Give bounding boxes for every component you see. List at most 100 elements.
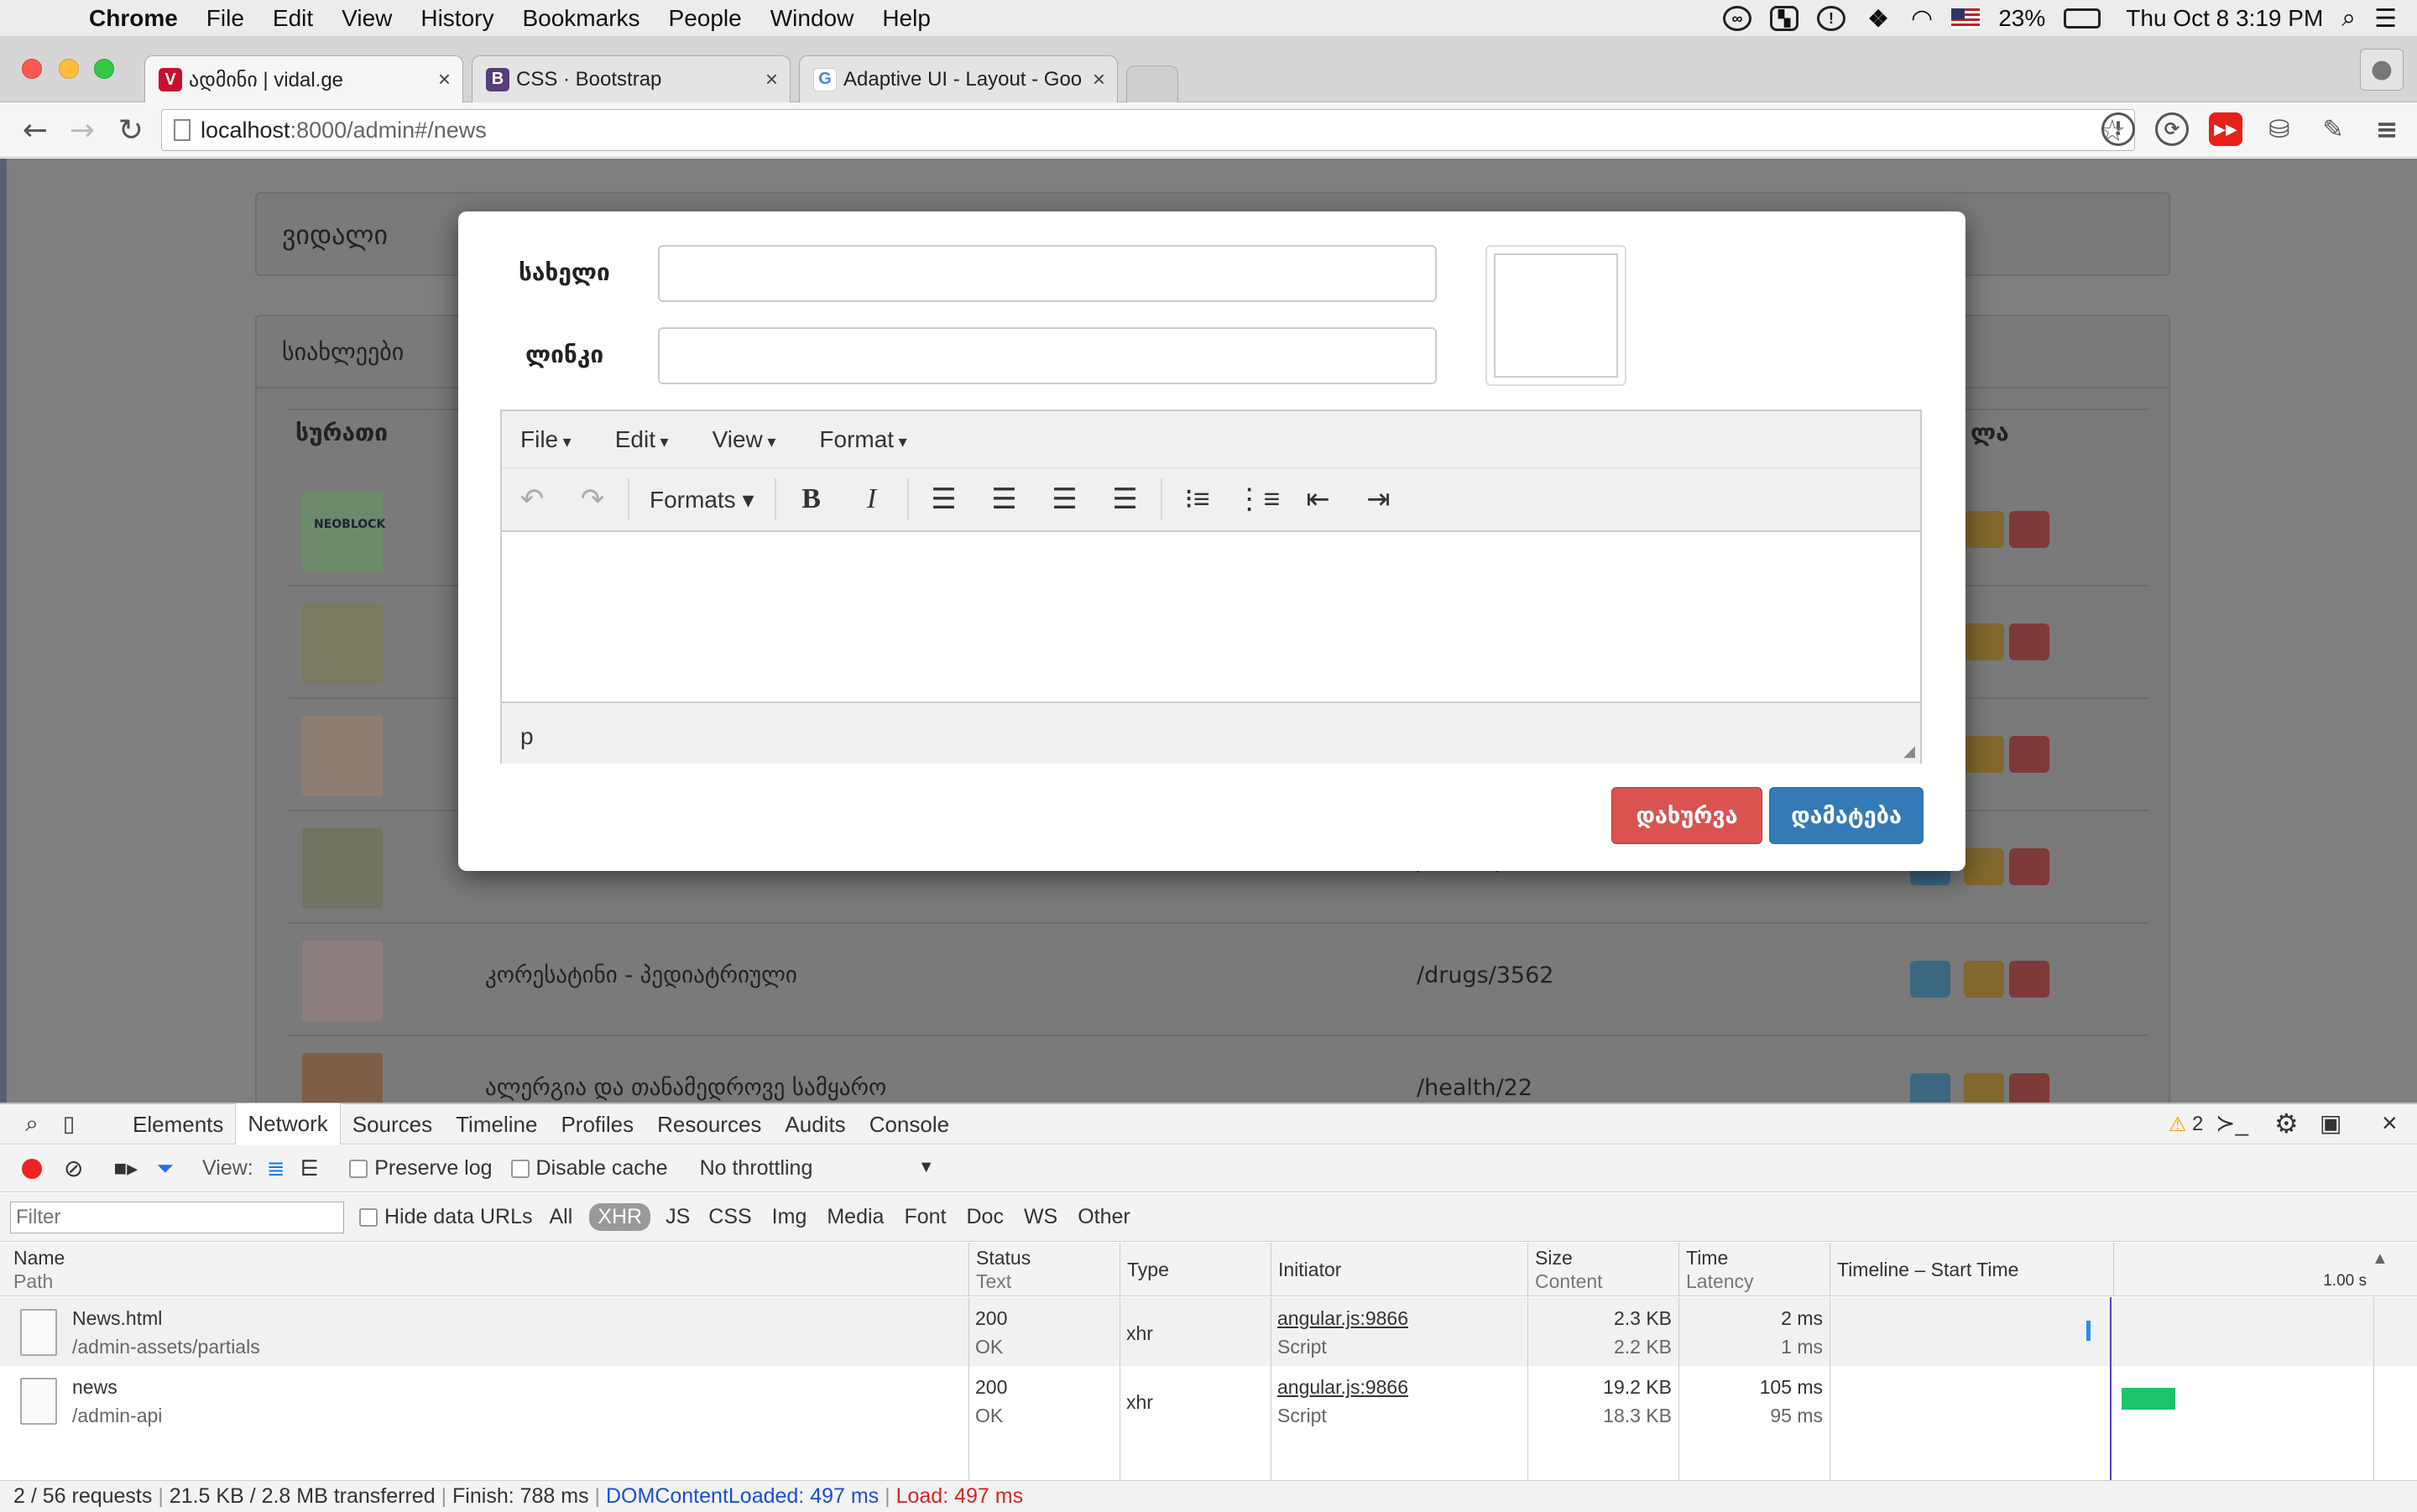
menu-app-name[interactable]: Chrome — [89, 5, 178, 32]
bullet-list-icon[interactable]: ⁝≡ — [1167, 482, 1228, 516]
devtools-tab-profiles[interactable]: Profiles — [549, 1104, 645, 1144]
formats-dropdown[interactable]: Formats ▾ — [634, 486, 770, 514]
link-input[interactable] — [658, 327, 1437, 384]
onepassword-icon[interactable]: ! — [1817, 6, 1846, 31]
numbered-list-icon[interactable]: ⋮≡ — [1228, 482, 1288, 516]
align-justify-icon[interactable]: ☰ — [1095, 482, 1156, 516]
notification-center-icon[interactable]: ☰ — [2374, 4, 2397, 34]
close-tab-icon[interactable]: × — [765, 66, 778, 92]
edit-button[interactable] — [1964, 511, 2004, 548]
creative-cloud-icon[interactable]: ∞ — [1723, 6, 1752, 31]
dock-side-icon[interactable]: ▣ — [2320, 1109, 2341, 1137]
record-icon[interactable] — [22, 1158, 42, 1179]
editor-menu-file[interactable]: File — [520, 426, 572, 453]
throttling-select[interactable]: No throttling ▼ — [700, 1156, 935, 1181]
close-button[interactable]: დახურვა — [1611, 787, 1762, 844]
back-arrow-icon[interactable]: ← — [17, 112, 54, 149]
col-timeline-header[interactable]: Timeline – Start Time — [1830, 1243, 2113, 1296]
disable-cache-label[interactable]: Disable cache — [536, 1156, 668, 1181]
inspect-element-icon[interactable]: ⌕ — [13, 1110, 50, 1138]
youtube-extension-icon[interactable]: ▶▶ — [2209, 112, 2242, 146]
editor-element-path[interactable]: p — [520, 723, 534, 749]
reload-icon[interactable]: ↻ — [112, 112, 149, 149]
devtools-tab-console[interactable]: Console — [858, 1104, 961, 1144]
col-type-header[interactable]: Type — [1120, 1243, 1271, 1296]
profile-icon[interactable]: ● — [2360, 49, 2404, 91]
minimize-window-button[interactable] — [59, 59, 79, 79]
italic-icon[interactable]: I — [842, 483, 902, 515]
move-button[interactable] — [1910, 1073, 1950, 1103]
hide-data-urls-checkbox[interactable] — [359, 1207, 378, 1227]
edit-button[interactable] — [1964, 1073, 2004, 1103]
dropbox-icon[interactable]: ❖ — [1864, 6, 1892, 32]
address-bar[interactable]: localhost :8000/admin#/news ☆ — [161, 109, 2135, 151]
align-right-icon[interactable]: ☰ — [1035, 482, 1095, 516]
hide-data-urls-label[interactable]: Hide data URLs — [384, 1205, 532, 1229]
warning-count[interactable]: 2 — [2192, 1113, 2203, 1136]
menu-view[interactable]: View — [342, 5, 392, 32]
close-tab-icon[interactable]: × — [438, 66, 451, 92]
table-row[interactable]: news/admin-api 200 OK xhr angular.js:9866… — [0, 1366, 2417, 1435]
add-button[interactable]: დამატება — [1769, 787, 1924, 844]
large-rows-icon[interactable]: ≣ — [267, 1155, 285, 1181]
disable-cache-checkbox[interactable] — [510, 1159, 530, 1178]
spotlight-search-icon[interactable]: ⌕ — [2341, 4, 2356, 33]
forward-arrow-icon[interactable]: → — [64, 112, 101, 149]
undo-icon[interactable]: ↶ — [502, 482, 562, 516]
close-tab-icon[interactable]: × — [1093, 66, 1105, 92]
delete-button[interactable] — [2009, 848, 2049, 885]
image-upload-box[interactable] — [1485, 245, 1626, 386]
menu-help[interactable]: Help — [882, 5, 931, 32]
console-drawer-icon[interactable]: ≻_ — [2216, 1109, 2248, 1137]
filter-media[interactable]: Media — [827, 1205, 884, 1229]
move-button[interactable] — [1910, 961, 1950, 998]
clear-icon[interactable]: ⊘ — [64, 1155, 83, 1182]
menu-file[interactable]: File — [206, 5, 244, 32]
database-extension-icon[interactable]: ⛁ — [2263, 112, 2296, 146]
edit-button[interactable] — [1964, 961, 2004, 998]
devtools-tab-network[interactable]: Network — [235, 1103, 341, 1144]
delete-button[interactable] — [2009, 1073, 2049, 1103]
devtools-tab-elements[interactable]: Elements — [121, 1104, 235, 1144]
align-center-icon[interactable]: ☰ — [974, 482, 1035, 516]
indent-icon[interactable]: ⇥ — [1349, 482, 1409, 516]
devtools-tab-sources[interactable]: Sources — [341, 1104, 444, 1144]
col-time-header[interactable]: Time Latency — [1678, 1243, 1830, 1296]
brand-title[interactable]: ვიდალი — [282, 219, 388, 251]
eyedropper-extension-icon[interactable]: ✎ — [2316, 112, 2350, 146]
sort-arrow-icon[interactable]: ▲ — [2372, 1249, 2388, 1269]
edit-button[interactable] — [1964, 623, 2004, 660]
wifi-icon[interactable]: ◠ — [1911, 4, 1933, 34]
editor-menu-edit[interactable]: Edit — [615, 426, 669, 453]
filter-img[interactable]: Img — [772, 1205, 807, 1229]
zoom-window-button[interactable] — [94, 59, 114, 79]
tab-bootstrap-css[interactable]: B CSS · Bootstrap × — [472, 55, 791, 102]
filter-xhr[interactable]: XHR — [589, 1203, 651, 1231]
filter-other[interactable]: Other — [1078, 1205, 1130, 1229]
menubar-clock[interactable]: Thu Oct 8 3:19 PM — [2126, 5, 2323, 32]
delete-button[interactable] — [2009, 511, 2049, 548]
capture-screenshots-icon[interactable]: ■▸ — [113, 1155, 138, 1181]
new-tab-button[interactable] — [1126, 65, 1178, 102]
sync-extension-icon[interactable]: ⟳ — [2155, 112, 2189, 146]
filter-ws[interactable]: WS — [1024, 1205, 1057, 1229]
filter-font[interactable]: Font — [904, 1205, 946, 1229]
onepassword-extension-icon[interactable]: ! — [2101, 112, 2135, 146]
warning-icon[interactable]: ⚠ — [2169, 1113, 2187, 1137]
edit-button[interactable] — [1964, 848, 2004, 885]
menu-people[interactable]: People — [669, 5, 742, 32]
editor-menu-format[interactable]: Format — [819, 426, 906, 453]
chrome-menu-icon[interactable]: ≡ — [2370, 112, 2404, 146]
preserve-log-checkbox[interactable] — [349, 1159, 368, 1178]
filter-doc[interactable]: Doc — [966, 1205, 1003, 1229]
edit-button[interactable] — [1964, 736, 2004, 773]
delete-button[interactable] — [2009, 736, 2049, 773]
name-input[interactable] — [658, 245, 1437, 302]
settings-gear-icon[interactable]: ⚙ — [2274, 1108, 2299, 1139]
initiator-link[interactable]: angular.js:9866 — [1277, 1373, 1408, 1401]
col-name-header[interactable]: Name Path — [7, 1243, 968, 1296]
menu-history[interactable]: History — [420, 5, 493, 32]
preserve-log-label[interactable]: Preserve log — [374, 1156, 492, 1181]
bold-icon[interactable]: B — [781, 483, 842, 515]
menu-bookmarks[interactable]: Bookmarks — [522, 5, 639, 32]
